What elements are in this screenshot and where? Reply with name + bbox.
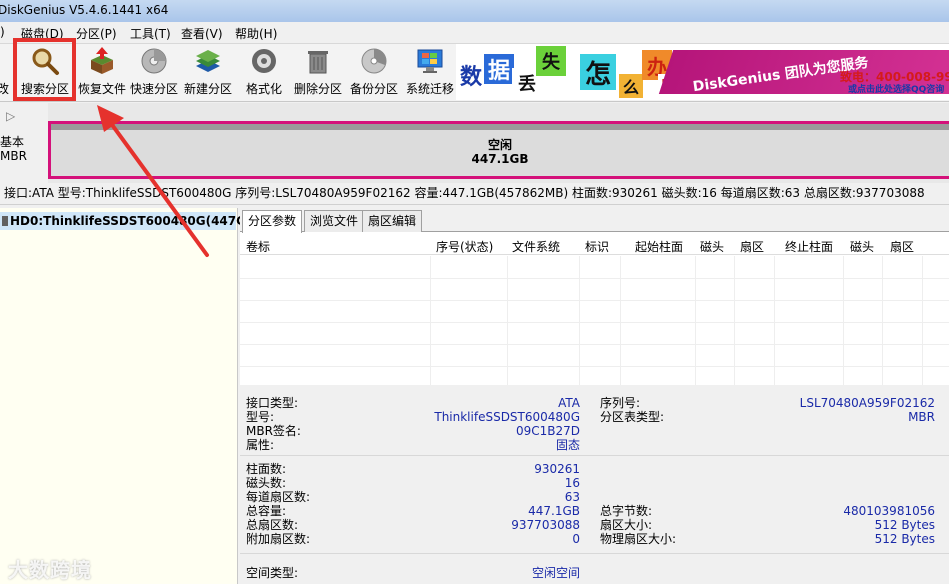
banner-tile: 据 — [484, 54, 514, 84]
sectors-per-track-label: 每道扇区数: — [246, 490, 311, 504]
trash-icon — [302, 46, 334, 76]
disk-map: ▷ 基本 MBR 空闲 447.1GB — [0, 103, 949, 183]
tab-browse-files[interactable]: 浏览文件 — [304, 210, 365, 232]
sector-size-value: 512 Bytes — [874, 518, 935, 532]
interface-type-label: 接口类型: — [246, 396, 299, 410]
detail-panel: 分区参数 浏览文件 扇区编辑 卷标 序号(状态) 文件系统 标识 起始柱面 磁头… — [240, 208, 949, 584]
title-bar: DiskGenius V5.4.6.1441 x64 — [0, 0, 949, 22]
attribute-value: 固态 — [555, 438, 580, 452]
system-migration-button[interactable]: 系统迁移 — [403, 46, 457, 100]
partition-table-type-label: 分区表类型: — [600, 410, 665, 424]
total-capacity-label: 总容量: — [246, 504, 287, 518]
delete-partition-button[interactable]: 删除分区 — [292, 46, 344, 100]
total-capacity-value: 447.1GB — [528, 504, 580, 518]
cylinders-label: 柱面数: — [246, 462, 287, 476]
physical-sector-size-label: 物理扇区大小: — [600, 532, 677, 546]
extra-sectors-value: 0 — [572, 532, 580, 546]
serial-label: 序列号: — [600, 396, 641, 410]
col-id[interactable]: 标识 — [585, 238, 609, 255]
heads-label: 磁头数: — [246, 476, 287, 490]
search-partition-highlight — [13, 38, 76, 101]
col-index-status[interactable]: 序号(状态) — [436, 238, 493, 255]
free-space-size: 447.1GB — [471, 152, 529, 166]
col-end-sector[interactable]: 扇区 — [890, 238, 914, 255]
recover-box-icon — [86, 46, 118, 76]
layers-icon — [192, 46, 224, 76]
toolbar-cut-button[interactable]: 改 — [0, 46, 10, 100]
col-filesystem[interactable]: 文件系统 — [512, 238, 560, 255]
pie-disk-icon — [358, 46, 390, 76]
cylinders-value: 930261 — [534, 462, 580, 476]
backup-partition-button[interactable]: 备份分区 — [348, 46, 400, 100]
total-bytes-value: 480103981056 — [843, 504, 935, 518]
window-title: DiskGenius V5.4.6.1441 x64 — [0, 3, 169, 17]
col-end-cylinder[interactable]: 终止柱面 — [785, 238, 833, 255]
banner-qq[interactable]: 或点击此处选择QQ咨询 — [848, 82, 944, 95]
tab-strip: 分区参数 浏览文件 扇区编辑 — [240, 208, 949, 233]
extra-sectors-label: 附加扇区数: — [246, 532, 311, 546]
total-sectors-label: 总扇区数: — [246, 518, 299, 532]
serial-value: LSL70480A959F02162 — [799, 396, 935, 410]
quick-partition-button[interactable]: 快速分区 — [128, 46, 180, 100]
col-start-cylinder[interactable]: 起始柱面 — [635, 238, 683, 255]
expand-arrow-icon[interactable]: ▷ — [6, 109, 15, 123]
banner-tile: 么 — [619, 74, 643, 98]
attribute-label: 属性: — [246, 438, 275, 452]
disk-tree: HD0:ThinklifeSSDST600480G(447GB) — [0, 208, 261, 584]
sector-size-label: 扇区大小: — [600, 518, 653, 532]
col-start-head[interactable]: 磁头 — [700, 238, 724, 255]
windows-monitor-icon — [414, 46, 446, 76]
disk-map-left-panel: ▷ 基本 MBR — [0, 103, 48, 183]
mbr-signature-value: 09C1B27D — [515, 424, 580, 438]
disk-info-bar: 接口:ATA 型号:ThinklifeSSDST600480G 序列号:LSL7… — [0, 183, 949, 205]
col-start-sector[interactable]: 扇区 — [740, 238, 764, 255]
mbr-signature-label: MBR签名: — [246, 424, 301, 438]
banner-tile: 怎 — [580, 54, 616, 90]
menu-cut-item[interactable]: ) — [0, 25, 6, 39]
total-bytes-label: 总字节数: — [600, 504, 653, 518]
menu-tools[interactable]: 工具(T) — [130, 25, 171, 42]
model-value: ThinklifeSSDST600480G — [434, 410, 580, 424]
banner-tile: 失 — [536, 46, 566, 76]
tab-sector-edit[interactable]: 扇区编辑 — [362, 210, 423, 232]
heads-value: 16 — [564, 476, 580, 490]
space-type-value: 空闲空间 — [531, 566, 580, 580]
banner-tile: 数 — [456, 60, 486, 90]
menu-view[interactable]: 查看(V) — [181, 25, 223, 42]
interface-type-value: ATA — [558, 396, 580, 410]
space-type-label: 空间类型: — [246, 566, 299, 580]
col-volume-label[interactable]: 卷标 — [246, 238, 270, 255]
tab-partition-params[interactable]: 分区参数 — [242, 210, 303, 233]
free-space-block[interactable]: 空闲 447.1GB — [48, 121, 949, 179]
format-button[interactable]: 格式化 — [240, 46, 288, 100]
partition-table-grid — [240, 256, 949, 386]
ad-banner[interactable]: 数 据 丢 失 怎 么 办 ! DiskGenius 团队为您服务 致电：400… — [456, 44, 949, 100]
watermark: 大数跨境 — [8, 558, 92, 582]
disk-type-label: 基本 — [0, 135, 25, 149]
partition-table-header: 卷标 序号(状态) 文件系统 标识 起始柱面 磁头 扇区 终止柱面 磁头 扇区 — [240, 235, 949, 255]
gear-disk-icon — [248, 46, 280, 76]
col-end-head[interactable]: 磁头 — [850, 238, 874, 255]
recover-files-button[interactable]: 恢复文件 — [76, 46, 128, 100]
partition-table-type-value: MBR — [908, 410, 935, 424]
tree-disk-node[interactable]: HD0:ThinklifeSSDST600480G(447GB) — [0, 212, 261, 230]
sectors-per-track-value: 63 — [564, 490, 580, 504]
free-space-label: 空闲 — [487, 138, 512, 152]
menu-bar: ) 磁盘(D) 分区(P) 工具(T) 查看(V) 帮助(H) — [0, 22, 949, 44]
disk-details: 接口类型: ATA 型号: ThinklifeSSDST600480G MBR签… — [240, 385, 949, 584]
physical-sector-size-value: 512 Bytes — [874, 532, 935, 546]
menu-partition[interactable]: 分区(P) — [76, 25, 117, 42]
partition-table-label: MBR — [0, 149, 27, 163]
menu-help[interactable]: 帮助(H) — [235, 25, 277, 42]
total-sectors-value: 937703088 — [511, 518, 580, 532]
disk-icon — [138, 46, 170, 76]
model-label: 型号: — [246, 410, 275, 424]
new-partition-button[interactable]: 新建分区 — [182, 46, 234, 100]
